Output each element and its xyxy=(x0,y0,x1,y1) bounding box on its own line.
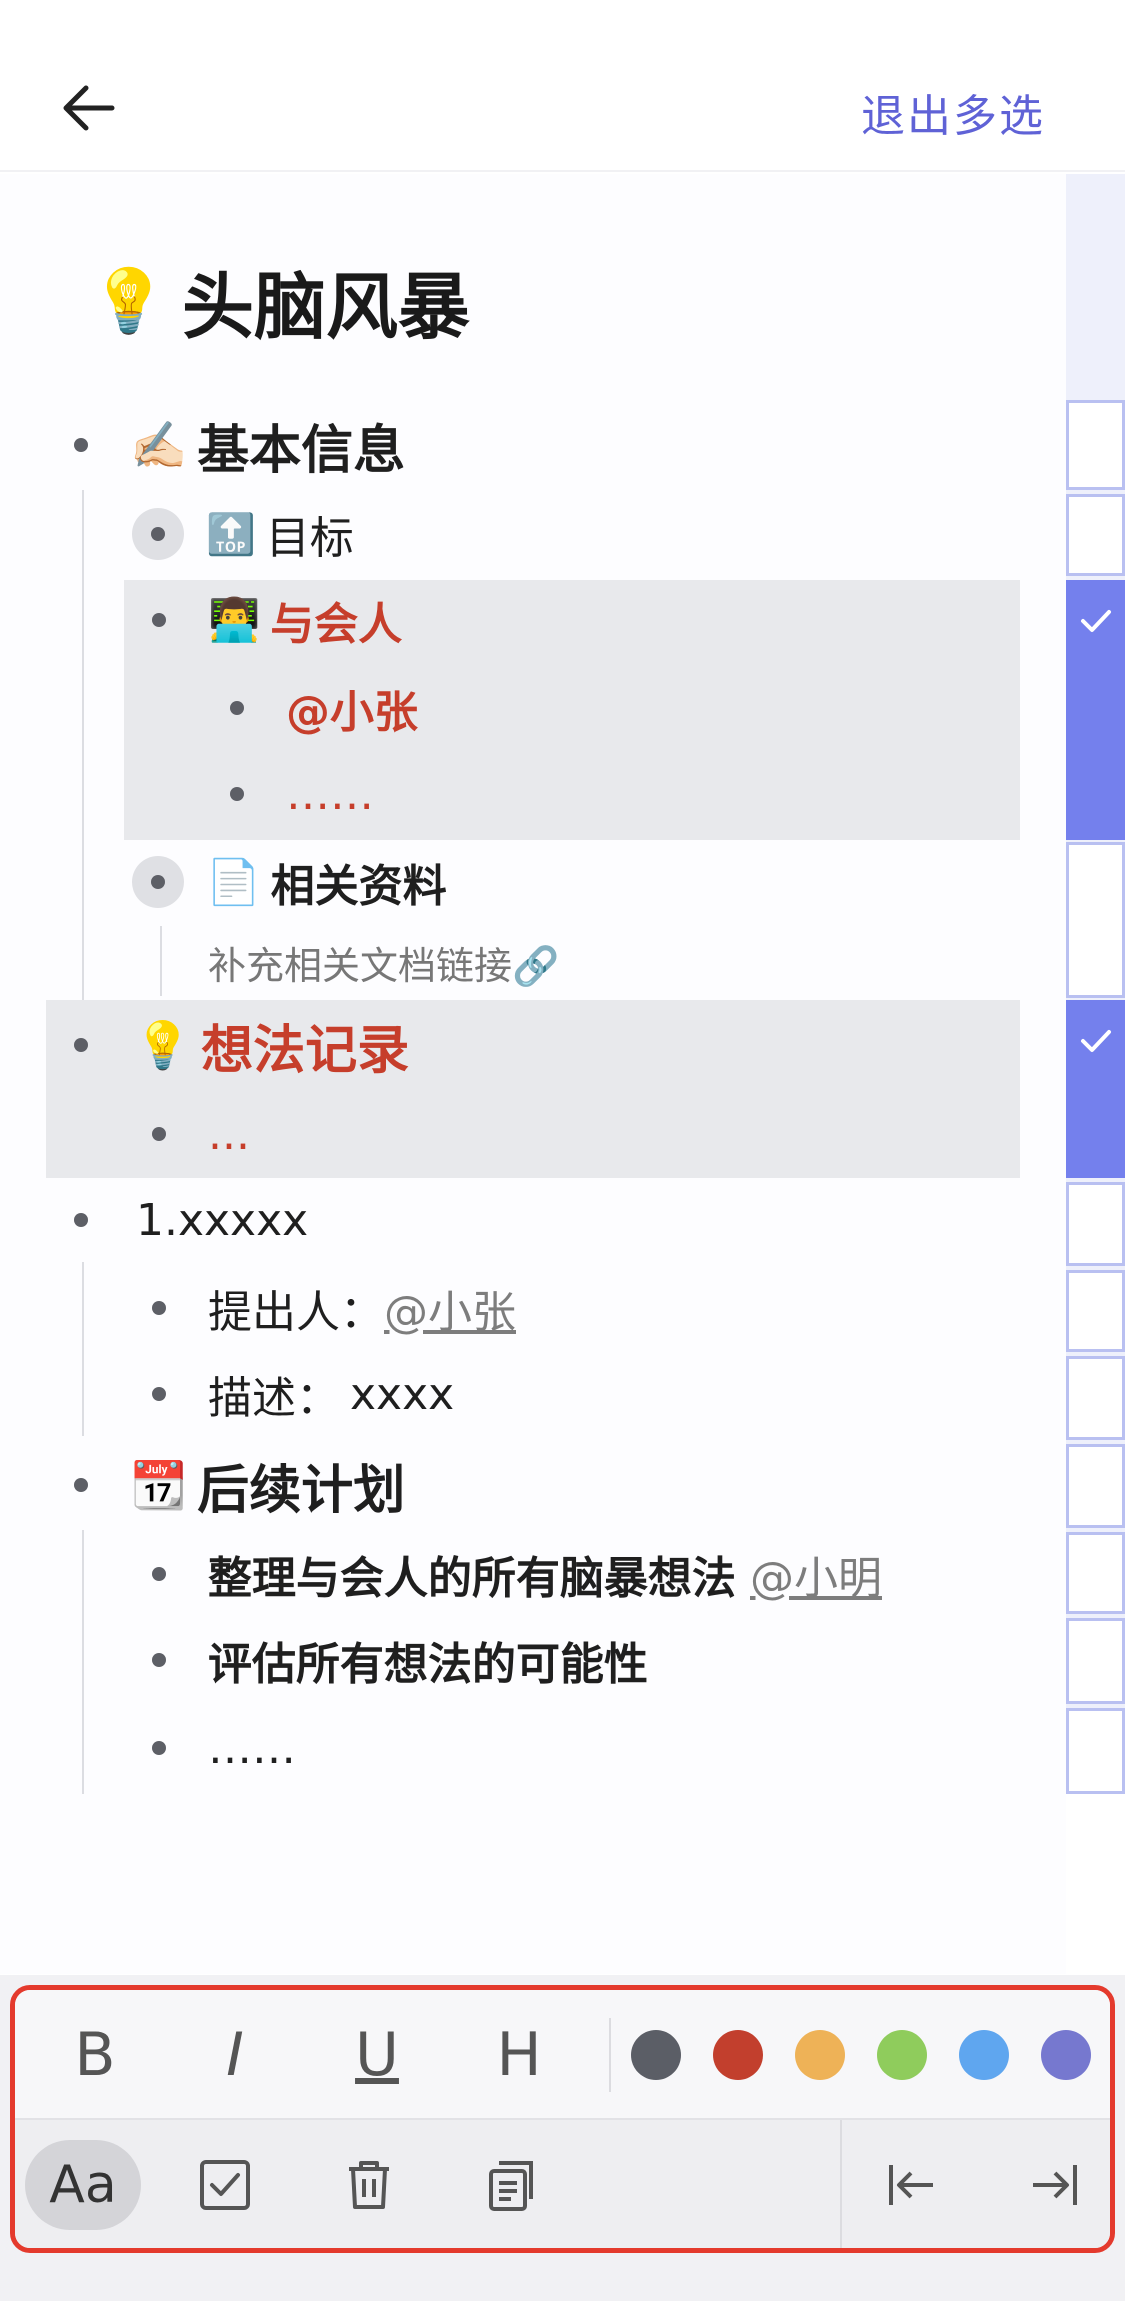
color-swatch-green[interactable] xyxy=(877,2030,927,2080)
outline-item[interactable]: 评估所有想法的可能性 xyxy=(152,1632,648,1690)
outline-item[interactable]: 📆 后续计划 xyxy=(74,1450,405,1521)
document-icon: 📄 xyxy=(206,857,261,908)
calendar-icon: 📆 xyxy=(130,1457,188,1512)
outline-item[interactable]: 描述： xxxx xyxy=(152,1366,454,1424)
bullet[interactable] xyxy=(152,1741,166,1755)
top-bar: 退出多选 xyxy=(0,0,1125,172)
color-swatch-blue[interactable] xyxy=(959,2030,1009,2080)
bullet[interactable] xyxy=(74,438,88,452)
bullet[interactable] xyxy=(152,1301,166,1315)
outline-item[interactable]: 整理与会人的所有脑暴想法 @小明 xyxy=(152,1546,882,1604)
italic-button[interactable]: I xyxy=(195,2020,275,2090)
checkmark-icon xyxy=(1080,1030,1111,1052)
bullet[interactable] xyxy=(230,701,244,715)
indent-guide xyxy=(82,1262,84,1436)
outdent-icon[interactable] xyxy=(861,2140,961,2230)
select-checkbox-checked[interactable] xyxy=(1066,580,1125,840)
technologist-icon: 👨‍💻 xyxy=(208,595,261,644)
outline-item[interactable]: …… xyxy=(152,1720,296,1776)
indent-icon[interactable] xyxy=(1005,2140,1105,2230)
exit-multiselect-button[interactable]: 退出多选 xyxy=(861,80,1045,144)
page-title: 💡 头脑风暴 xyxy=(90,263,471,350)
color-swatch-purple[interactable] xyxy=(1041,2030,1091,2080)
select-checkbox[interactable] xyxy=(1066,1444,1125,1528)
collapsed-bullet[interactable] xyxy=(132,508,184,560)
bullet[interactable] xyxy=(74,1038,88,1052)
outline-item[interactable]: ✍🏻 基本信息 xyxy=(74,410,405,481)
select-checkbox[interactable] xyxy=(1066,1708,1125,1794)
bold-button[interactable]: B xyxy=(55,2020,135,2090)
underline-button[interactable]: U xyxy=(337,2020,417,2090)
format-row: B I U H xyxy=(15,1990,1110,2120)
bullet[interactable] xyxy=(152,1387,166,1401)
heading-button[interactable]: H xyxy=(479,2020,559,2090)
duplicate-icon[interactable] xyxy=(461,2140,561,2230)
outline-item[interactable]: 1.xxxxx xyxy=(74,1192,308,1248)
text-style-button[interactable]: Aa xyxy=(25,2140,141,2230)
select-checkbox[interactable] xyxy=(1066,1618,1125,1704)
checkmark-icon xyxy=(1080,610,1111,632)
outline-item[interactable]: 提出人： @小张 xyxy=(152,1280,516,1338)
bullet[interactable] xyxy=(152,1653,166,1667)
lightbulb-icon: 💡 xyxy=(90,263,168,337)
bullet[interactable] xyxy=(74,1478,88,1492)
indent-guide xyxy=(160,926,162,996)
indent-guide xyxy=(82,490,84,1000)
outline-item[interactable]: 👨‍💻 与会人 xyxy=(152,592,402,650)
mention-link[interactable]: @小明 xyxy=(750,1542,882,1606)
bullet[interactable] xyxy=(74,1213,88,1227)
outline-item[interactable]: 📄 相关资料 xyxy=(132,854,447,912)
mention-link[interactable]: @小张 xyxy=(384,1276,516,1340)
delete-icon[interactable] xyxy=(319,2140,419,2230)
color-swatch-dark-gray[interactable] xyxy=(631,2030,681,2080)
divider xyxy=(840,2120,842,2248)
color-swatch-red[interactable] xyxy=(713,2030,763,2080)
select-checkbox[interactable] xyxy=(1066,1270,1125,1352)
select-checkbox[interactable] xyxy=(1066,1532,1125,1614)
top-arrow-icon: 🔝 xyxy=(206,511,256,558)
divider xyxy=(609,2018,611,2092)
bullet[interactable] xyxy=(152,613,166,627)
writing-hand-icon: ✍🏻 xyxy=(130,417,188,472)
bullet[interactable] xyxy=(230,787,244,801)
select-checkbox-checked[interactable] xyxy=(1066,1000,1125,1178)
checkbox-icon[interactable] xyxy=(175,2140,275,2230)
outline-item[interactable]: …… xyxy=(230,766,374,822)
outline-note[interactable]: 补充相关文档链接🔗 xyxy=(208,934,559,990)
action-row: Aa xyxy=(15,2120,1110,2248)
select-checkbox[interactable] xyxy=(1066,842,1125,998)
bullet[interactable] xyxy=(152,1127,166,1141)
indent-guide xyxy=(82,1530,84,1794)
lightbulb-icon: 💡 xyxy=(134,1017,192,1072)
select-checkbox[interactable] xyxy=(1066,494,1125,576)
outline-item[interactable]: @小张 xyxy=(230,680,418,738)
outline-item[interactable]: ... xyxy=(152,1106,250,1162)
bullet[interactable] xyxy=(152,1567,166,1581)
select-checkbox[interactable] xyxy=(1066,400,1125,490)
select-checkbox[interactable] xyxy=(1066,1356,1125,1440)
select-checkbox[interactable] xyxy=(1066,1182,1125,1266)
outline-item[interactable]: 💡 想法记录 xyxy=(74,1010,409,1081)
format-toolbar: B I U H Aa xyxy=(10,1985,1115,2253)
outline-item[interactable]: 🔝 目标 xyxy=(132,506,354,564)
back-arrow-icon[interactable] xyxy=(60,78,120,138)
collapsed-bullet[interactable] xyxy=(132,856,184,908)
color-swatch-orange[interactable] xyxy=(795,2030,845,2080)
